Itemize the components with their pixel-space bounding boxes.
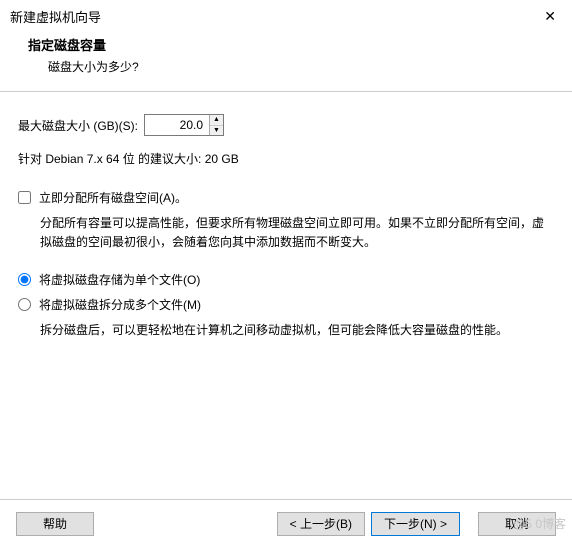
store-single-radio[interactable] — [18, 273, 31, 286]
allocate-now-checkbox[interactable] — [18, 191, 31, 204]
spinner-down-icon[interactable]: ▼ — [210, 126, 223, 136]
store-split-label: 将虚拟磁盘拆分成多个文件(M) — [39, 296, 201, 313]
disk-size-label: 最大磁盘大小 (GB)(S): — [18, 117, 138, 134]
page-heading: 指定磁盘容量 — [28, 35, 544, 54]
store-single-option[interactable]: 将虚拟磁盘存储为单个文件(O) — [18, 271, 554, 288]
window-title: 新建虚拟机向导 — [10, 7, 101, 26]
split-desc: 拆分磁盘后，可以更轻松地在计算机之间移动虚拟机，但可能会降低大容量磁盘的性能。 — [18, 321, 554, 340]
help-button[interactable]: 帮助 — [16, 512, 94, 536]
page-subheading: 磁盘大小为多少? — [28, 58, 544, 75]
next-button[interactable]: 下一步(N) > — [371, 512, 460, 536]
allocate-now-label: 立即分配所有磁盘空间(A)。 — [39, 189, 187, 206]
store-single-label: 将虚拟磁盘存储为单个文件(O) — [39, 271, 200, 288]
back-button[interactable]: < 上一步(B) — [277, 512, 365, 536]
disk-size-input[interactable] — [145, 115, 209, 135]
store-split-option[interactable]: 将虚拟磁盘拆分成多个文件(M) — [18, 296, 554, 313]
allocate-desc: 分配所有容量可以提高性能，但要求所有物理磁盘空间立即可用。如果不立即分配所有空间… — [18, 214, 554, 251]
cancel-button[interactable]: 取消 — [478, 512, 556, 536]
close-icon[interactable]: ✕ — [538, 6, 562, 27]
footer: 帮助 < 上一步(B) 下一步(N) > 取消 — [0, 499, 572, 548]
recommend-text: 针对 Debian 7.x 64 位 的建议大小: 20 GB — [18, 150, 554, 167]
allocate-now-option[interactable]: 立即分配所有磁盘空间(A)。 — [18, 189, 554, 206]
store-split-radio[interactable] — [18, 298, 31, 311]
spinner-up-icon[interactable]: ▲ — [210, 115, 223, 126]
disk-size-spinner[interactable]: ▲ ▼ — [144, 114, 224, 136]
